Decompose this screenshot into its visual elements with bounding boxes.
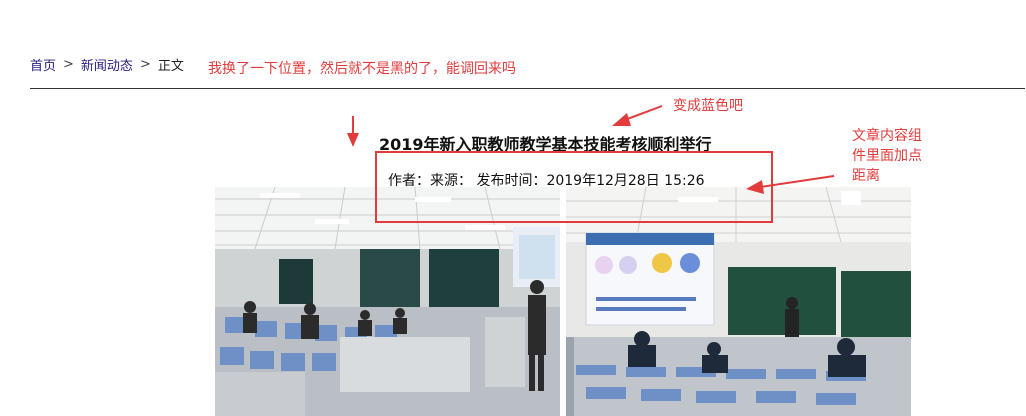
annotation-arrow-meta — [759, 175, 835, 188]
annotation-arrow-down-head — [347, 133, 359, 147]
annotation-arrow-meta-head — [746, 180, 764, 194]
annotation-arrow-title-head — [612, 113, 631, 126]
annotation-arrows — [347, 105, 835, 194]
